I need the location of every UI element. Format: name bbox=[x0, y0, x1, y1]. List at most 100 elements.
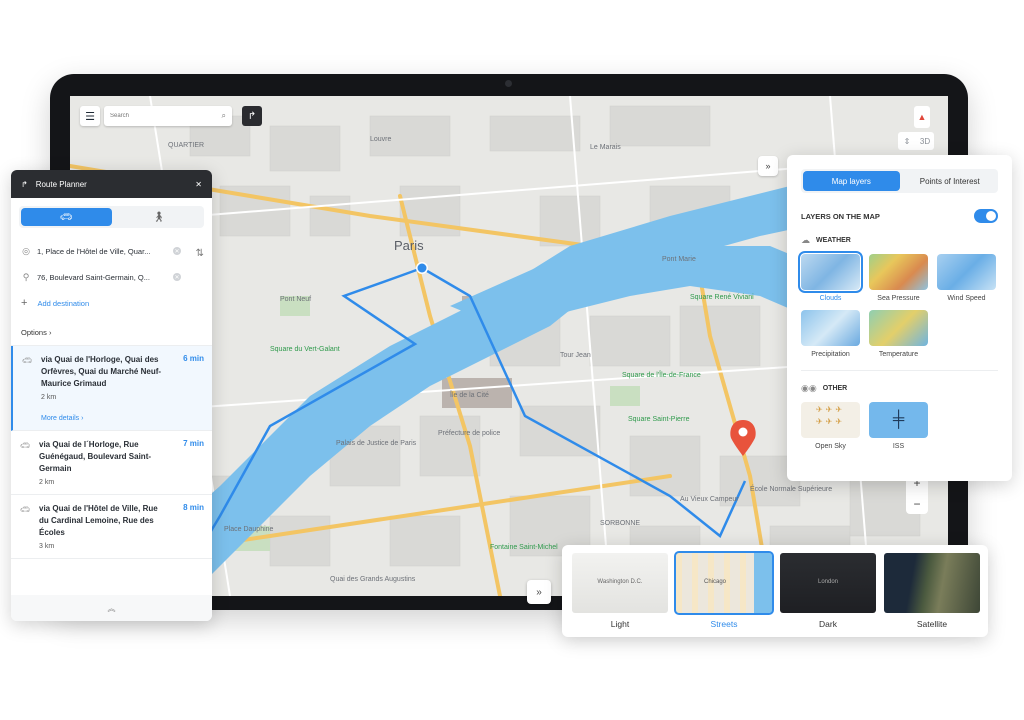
search-icon[interactable]: ⌕ bbox=[222, 111, 226, 121]
style-light[interactable]: Washington D.C. Light bbox=[572, 553, 668, 629]
expand-styles-button[interactable]: » bbox=[527, 580, 551, 604]
thumb-city: Chicago bbox=[703, 579, 726, 585]
more-details-link[interactable]: More details › bbox=[41, 415, 204, 422]
origin-field[interactable]: ◎ 1, Place de l'Hôtel de Ville, Quar... … bbox=[21, 240, 202, 262]
plus-icon: + bbox=[21, 297, 28, 309]
route-stops: ◎ 1, Place de l'Hôtel de Ville, Quar... … bbox=[11, 234, 212, 314]
tilt-icon[interactable]: ⇕ bbox=[898, 137, 916, 146]
style-caption: Streets bbox=[710, 619, 738, 629]
layer-precipitation[interactable]: Precipitation bbox=[801, 310, 860, 358]
other-title: OTHER bbox=[822, 385, 848, 392]
route-option-1[interactable]: 🚗︎ via Quai de l'Horloge, Quai des Orfèv… bbox=[11, 346, 212, 431]
destination-text: 76, Boulevard Saint-Germain, Q... bbox=[37, 272, 150, 282]
dark-thumbnail: London bbox=[780, 553, 876, 613]
layers-on-map-label: LAYERS ON THE MAP bbox=[801, 211, 880, 221]
map-label-14: Pont Neuf bbox=[280, 296, 312, 303]
clear-origin-icon[interactable]: ✕ bbox=[173, 247, 181, 255]
3d-toggle[interactable]: 3D bbox=[916, 137, 934, 146]
layer-caption: Clouds bbox=[819, 295, 842, 302]
weather-section-header: ☁ WEATHER bbox=[801, 235, 998, 246]
route-arrow-icon: ↱ bbox=[247, 110, 257, 122]
map-label-10: Quai des Grands Augustins bbox=[330, 576, 416, 583]
menu-icon: ☰ bbox=[85, 110, 95, 123]
layers-on-map-row: LAYERS ON THE MAP bbox=[801, 209, 998, 223]
layer-caption: Precipitation bbox=[811, 351, 850, 358]
tab-map-layers[interactable]: Map layers bbox=[803, 171, 900, 191]
map-label-12: Île de la Cité bbox=[450, 392, 489, 399]
layers-tabs: Map layers Points of Interest bbox=[801, 169, 998, 193]
search-box[interactable]: ⌕ bbox=[104, 106, 232, 126]
map-label-1: Louvre bbox=[370, 136, 392, 143]
collapse-planner-button[interactable]: ︽ bbox=[11, 595, 212, 621]
map-layers-panel: Map layers Points of Interest LAYERS ON … bbox=[787, 155, 1012, 481]
menu-button[interactable]: ☰ bbox=[80, 106, 100, 126]
light-thumbnail: Washington D.C. bbox=[572, 553, 668, 613]
close-icon[interactable]: ✕ bbox=[195, 180, 202, 189]
search-input[interactable] bbox=[110, 113, 222, 119]
thumb-city: Washington D.C. bbox=[597, 579, 643, 585]
route-distance: 2 km bbox=[41, 394, 57, 401]
add-destination-button[interactable]: + Add destination bbox=[21, 292, 202, 314]
other-tiles: ✈✈✈ ✈✈✈ Open Sky ╪ ISS bbox=[801, 402, 998, 450]
map-label-7: École Normale Supérieure bbox=[750, 486, 833, 493]
map-label-0: QUARTIER bbox=[168, 142, 205, 149]
tab-points-of-interest[interactable]: Points of Interest bbox=[902, 169, 999, 193]
expand-panel-button[interactable]: » bbox=[758, 156, 778, 176]
layer-iss[interactable]: ╪ ISS bbox=[869, 402, 928, 450]
chevron-up-icon: ︽ bbox=[107, 603, 116, 613]
mode-car-button[interactable]: 🚗︎ bbox=[21, 208, 112, 226]
map-label-5: Préfecture de police bbox=[438, 430, 501, 437]
destination-field[interactable]: ⚲ 76, Boulevard Saint-Germain, Q... ✕ bbox=[21, 266, 202, 288]
double-chevron-icon: » bbox=[536, 586, 542, 598]
origin-icon: ◎ bbox=[22, 245, 30, 256]
mode-walk-button[interactable]: 🚶︎ bbox=[114, 206, 205, 228]
map-label-17: SORBONNE bbox=[600, 520, 641, 527]
more-details-label: More details bbox=[41, 415, 80, 422]
map-label-8: Place Dauphine bbox=[224, 526, 274, 533]
layer-temperature[interactable]: Temperature bbox=[869, 310, 928, 358]
layer-sea-pressure[interactable]: Sea Pressure bbox=[869, 254, 928, 302]
layer-caption: Wind Speed bbox=[947, 295, 986, 302]
map-label-4: Square René Viviani bbox=[690, 294, 754, 301]
layers-toggle[interactable] bbox=[974, 209, 998, 223]
route-planner-button[interactable]: ↱ bbox=[242, 106, 262, 126]
precipitation-thumbnail bbox=[801, 310, 860, 346]
style-dark[interactable]: London Dark bbox=[780, 553, 876, 629]
start-point[interactable] bbox=[417, 263, 427, 273]
route-option-3[interactable]: 🚗︎ via Quai de l'Hôtel de Ville, Rue du … bbox=[11, 495, 212, 559]
options-toggle[interactable]: Options › bbox=[11, 314, 212, 346]
route-planner-panel: ↱ Route Planner ✕ 🚗︎ 🚶︎ ◎ 1, Place de l'… bbox=[11, 170, 212, 621]
clear-destination-icon[interactable]: ✕ bbox=[173, 273, 181, 281]
sea-pressure-thumbnail bbox=[869, 254, 928, 290]
plane-icon: ✈✈✈ ✈✈✈ bbox=[801, 402, 860, 438]
clouds-thumbnail bbox=[798, 251, 863, 293]
compass-button[interactable]: ▲ bbox=[914, 106, 930, 128]
style-streets[interactable]: Chicago Streets bbox=[674, 551, 774, 629]
satellite-icon: ╪ bbox=[869, 402, 928, 438]
car-icon: 🚗︎ bbox=[20, 505, 31, 514]
map-label-9: Fontaine Saint-Michel bbox=[490, 544, 558, 551]
add-destination-label: Add destination bbox=[37, 298, 90, 308]
style-satellite[interactable]: Satellite bbox=[884, 553, 980, 629]
map-label-13: Square de l'Île-de-France bbox=[622, 372, 701, 379]
map-label-11: Palais de Justice de Paris bbox=[336, 440, 417, 447]
layer-open-sky[interactable]: ✈✈✈ ✈✈✈ Open Sky bbox=[801, 402, 860, 450]
route-distance: 2 km bbox=[39, 479, 55, 486]
route-option-2[interactable]: 🚗︎ via Quai de l´Horloge, Rue Guénégaud,… bbox=[11, 431, 212, 495]
style-caption: Satellite bbox=[916, 619, 948, 629]
route-name: via Quai de l´Horloge, Rue Guénégaud, Bo… bbox=[39, 440, 152, 473]
city-label: Paris bbox=[394, 238, 424, 253]
swap-icon[interactable]: ⇅ bbox=[196, 248, 204, 259]
layer-wind-speed[interactable]: Wind Speed bbox=[937, 254, 996, 302]
layer-caption: Open Sky bbox=[815, 443, 846, 450]
tilt-control[interactable]: ⇕ 3D bbox=[898, 132, 934, 150]
map-label-16: Tour Jean bbox=[560, 352, 591, 359]
zoom-out-button[interactable]: − bbox=[913, 497, 920, 511]
layer-clouds[interactable]: Clouds bbox=[798, 251, 863, 302]
double-chevron-icon: » bbox=[765, 161, 771, 171]
compass-icon: ▲ bbox=[917, 112, 927, 122]
weather-tiles: Clouds Sea Pressure Wind Speed Precipita… bbox=[798, 251, 998, 358]
weather-title: WEATHER bbox=[816, 237, 851, 244]
camera-dot bbox=[505, 80, 512, 87]
other-section-header: ◉◉ OTHER bbox=[801, 383, 998, 394]
